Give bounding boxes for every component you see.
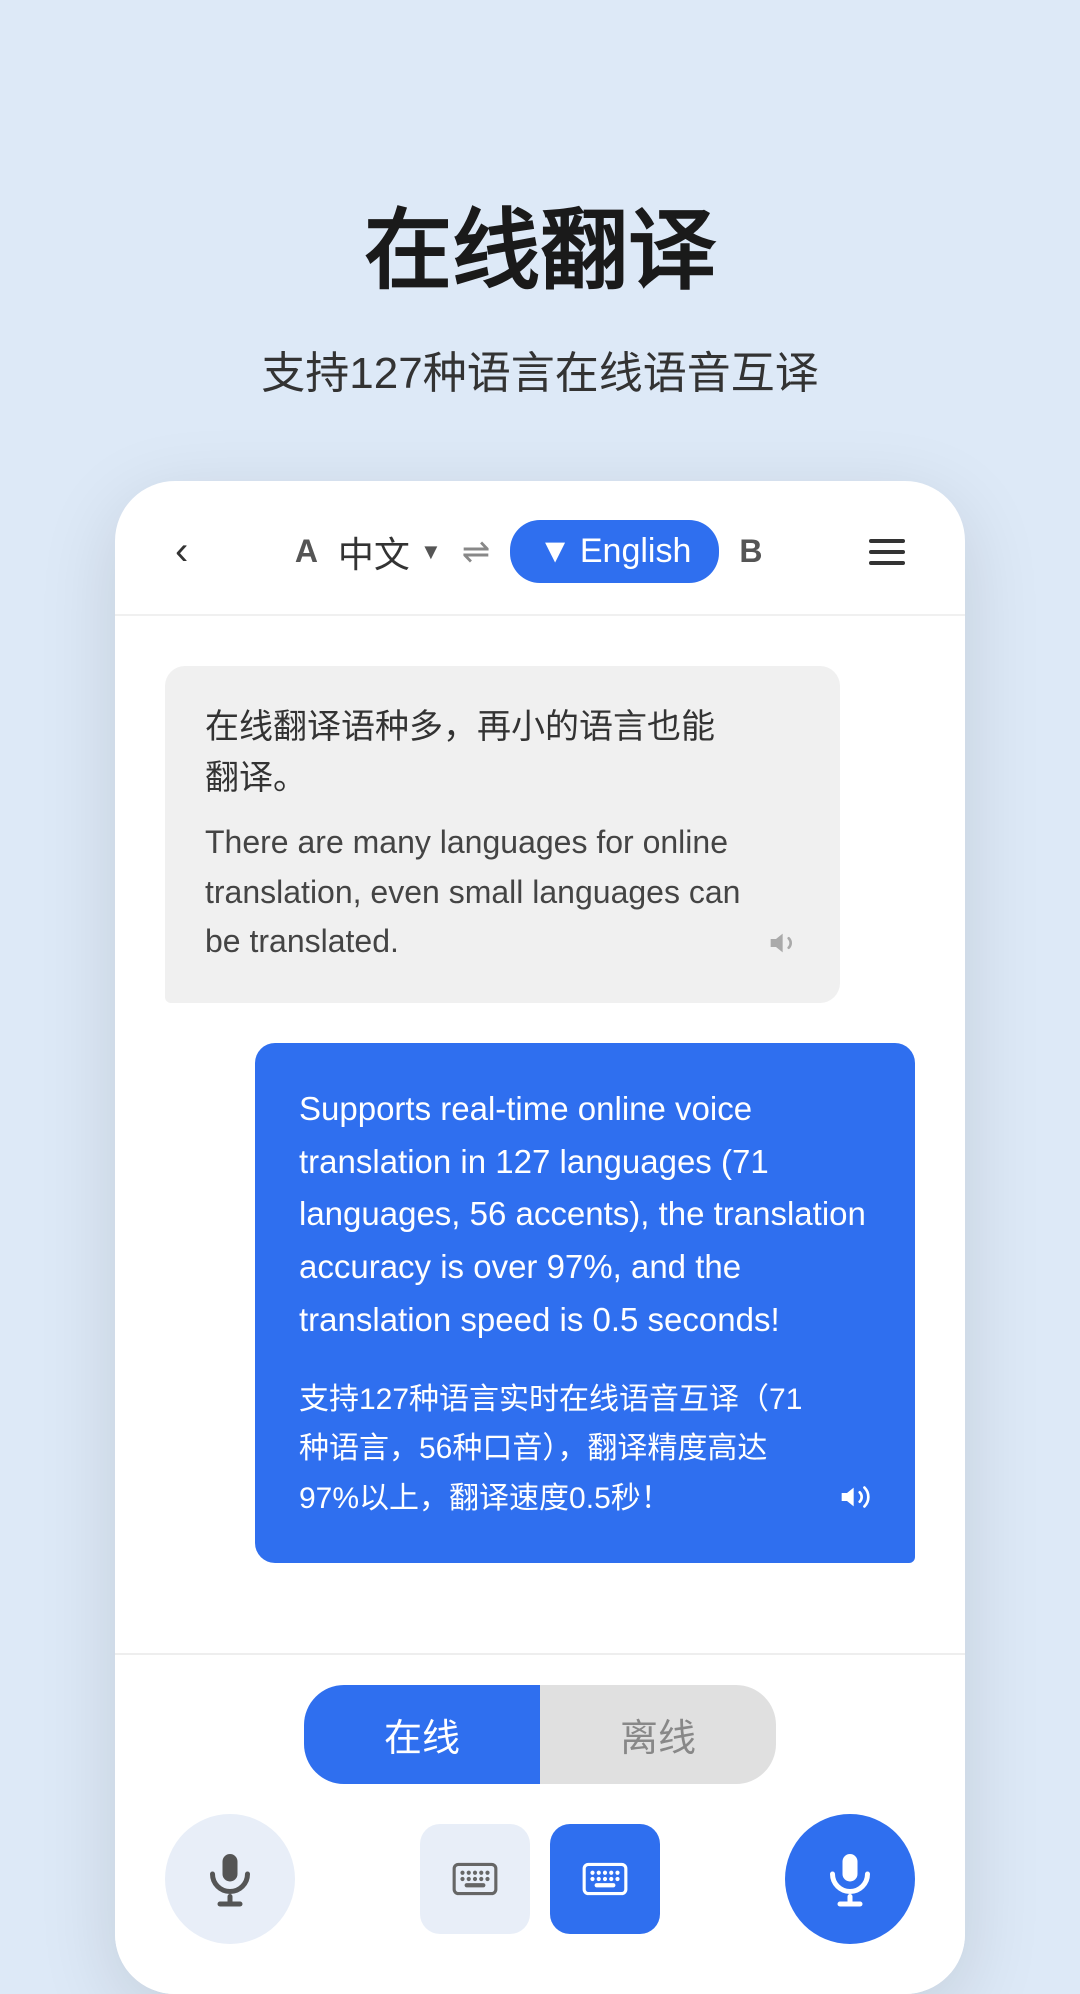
- bottom-controls: [165, 1814, 915, 1944]
- page-title: 在线翻译: [60, 180, 1020, 307]
- menu-button[interactable]: [859, 529, 915, 575]
- mic-right-icon: [820, 1849, 880, 1909]
- mic-left-icon: [200, 1849, 260, 1909]
- menu-line-2: [869, 550, 905, 554]
- received-translated-text: There are many languages for online tran…: [205, 818, 748, 967]
- spacer: [115, 1593, 965, 1653]
- source-language-text: 中文: [338, 526, 410, 578]
- keyboard-active-button[interactable]: [550, 1824, 660, 1934]
- lang-a-label: A: [295, 533, 318, 570]
- keyboard-inactive-icon: [450, 1854, 500, 1904]
- top-bar: ‹ A 中文 ▼ ⇌ ▼ English B: [115, 481, 965, 616]
- target-language-selector[interactable]: ▼ English: [510, 520, 719, 583]
- sent-english-text: Supports real-time online voice translat…: [299, 1083, 871, 1347]
- sent-speaker-button[interactable]: [839, 1481, 871, 1521]
- mic-right-button[interactable]: [785, 1814, 915, 1944]
- keyboard-inactive-button[interactable]: [420, 1824, 530, 1934]
- source-language-selector[interactable]: 中文 ▼: [338, 526, 442, 578]
- bottom-section: 在线 离线: [115, 1653, 965, 1994]
- menu-line-1: [869, 539, 905, 543]
- header-section: 在线翻译 支持127种语言在线语音互译: [0, 0, 1080, 481]
- target-dropdown-arrow: ▼: [538, 532, 572, 571]
- language-selector: A 中文 ▼ ⇌ ▼ English B: [295, 520, 763, 583]
- online-mode-button[interactable]: 在线: [304, 1685, 540, 1784]
- sent-chinese-text: 支持127种语言实时在线语音互译（71种语言，56种口音），翻译精度高达97%以…: [299, 1375, 819, 1524]
- phone-mockup: ‹ A 中文 ▼ ⇌ ▼ English B 在线翻译语种多: [115, 481, 965, 1994]
- swap-languages-button[interactable]: ⇌: [462, 532, 491, 572]
- target-language-text: English: [580, 532, 692, 571]
- sent-bubble-footer: 支持127种语言实时在线语音互译（71种语言，56种口音），翻译精度高达97%以…: [299, 1375, 871, 1524]
- offline-mode-button[interactable]: 离线: [540, 1685, 776, 1784]
- mic-left-button[interactable]: [165, 1814, 295, 1944]
- page-subtitle: 支持127种语言在线语音互译: [60, 337, 1020, 401]
- received-bubble-text: 在线翻译语种多，再小的语言也能翻译。 There are many langua…: [205, 702, 748, 967]
- lang-b-label: B: [739, 533, 762, 570]
- keyboard-active-icon: [580, 1854, 630, 1904]
- menu-line-3: [869, 561, 905, 565]
- received-bubble-inner: 在线翻译语种多，再小的语言也能翻译。 There are many langua…: [205, 702, 800, 967]
- received-original-text: 在线翻译语种多，再小的语言也能翻译。: [205, 702, 748, 804]
- chat-area: 在线翻译语种多，再小的语言也能翻译。 There are many langua…: [115, 616, 965, 1593]
- mode-toggle: 在线 离线: [165, 1685, 915, 1784]
- received-bubble: 在线翻译语种多，再小的语言也能翻译。 There are many langua…: [165, 666, 840, 1003]
- received-speaker-button[interactable]: [768, 927, 800, 967]
- sent-bubble: Supports real-time online voice translat…: [255, 1043, 915, 1563]
- keyboard-buttons: [420, 1824, 660, 1934]
- source-dropdown-arrow: ▼: [420, 539, 442, 565]
- back-button[interactable]: ‹: [165, 519, 198, 584]
